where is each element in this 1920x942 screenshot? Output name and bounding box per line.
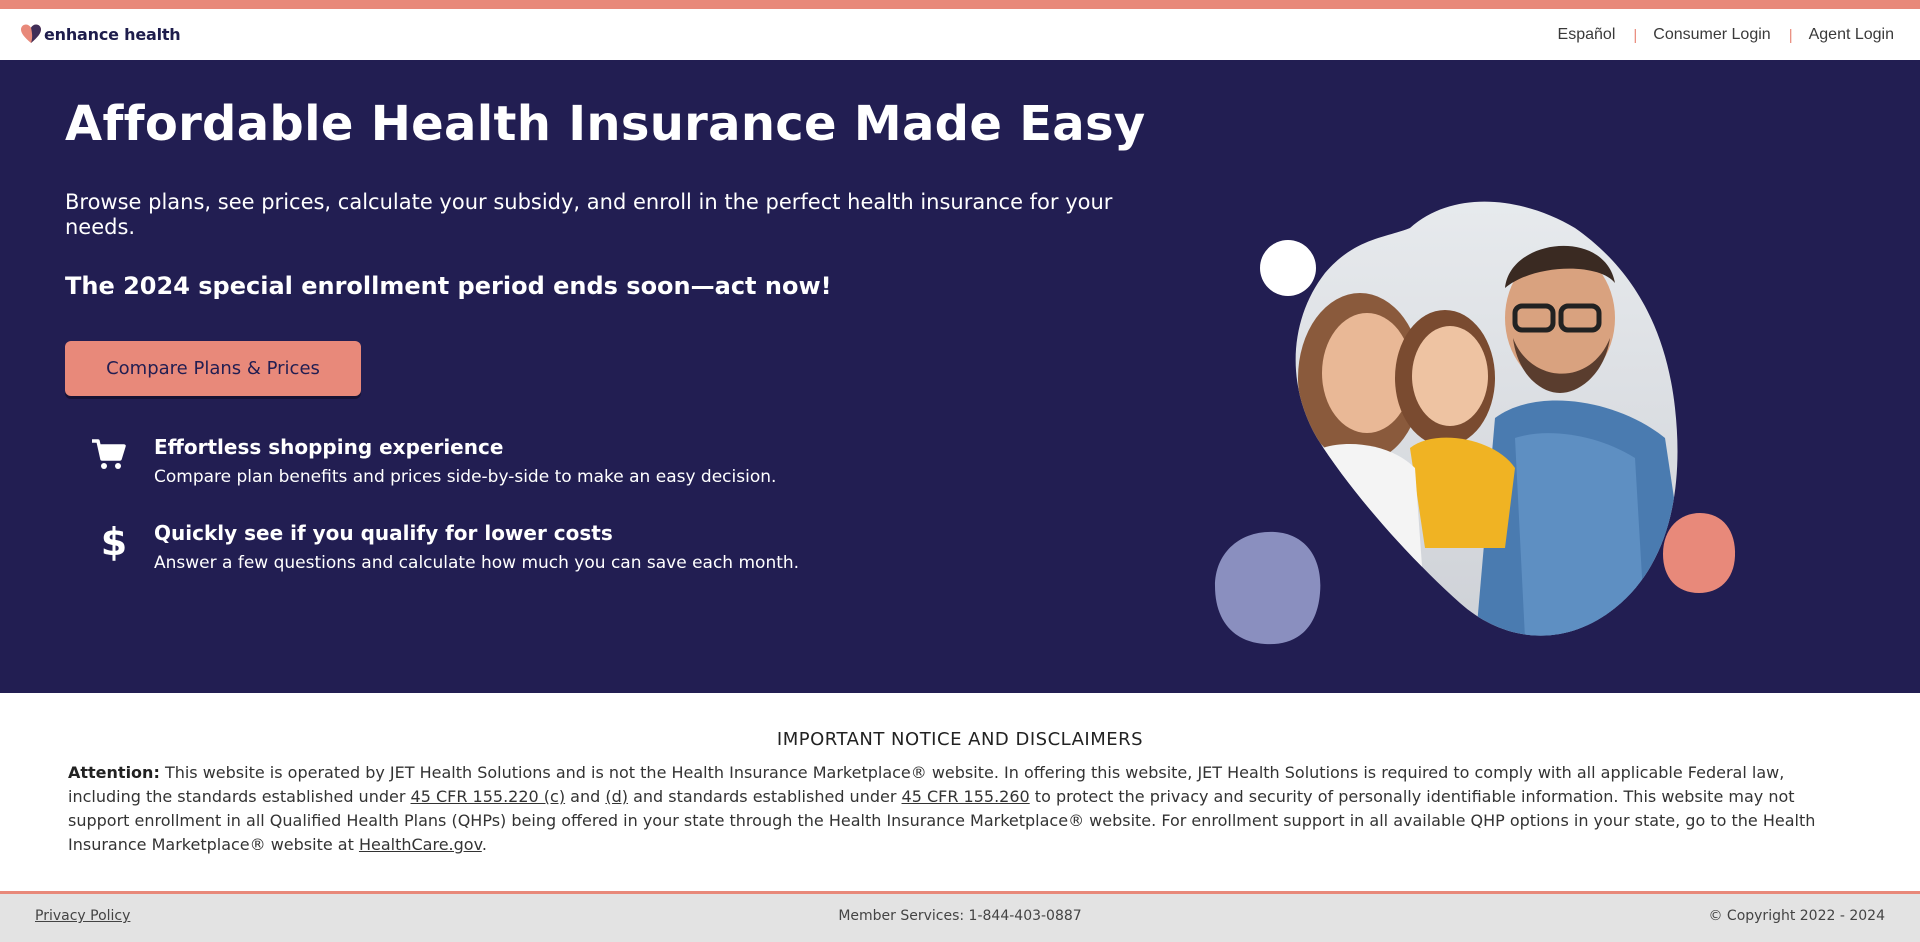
- cfr-155-220-c-link[interactable]: 45 CFR 155.220 (c): [411, 787, 566, 806]
- notice-body: Attention: This website is operated by J…: [68, 761, 1858, 857]
- compare-plans-button[interactable]: Compare Plans & Prices: [65, 341, 361, 396]
- family-photo: [1215, 201, 1736, 645]
- svg-text:$: $: [101, 521, 127, 561]
- espanol-link[interactable]: Español: [1558, 26, 1616, 44]
- nav-separator: |: [1633, 26, 1638, 44]
- notice-text: .: [481, 835, 487, 854]
- member-services-phone: Member Services: 1-844-403-0887: [838, 908, 1082, 924]
- nav-separator: |: [1788, 26, 1793, 44]
- logo-text: enhance health: [44, 24, 181, 44]
- top-accent-stripe: [0, 0, 1920, 9]
- copyright-text: © Copyright 2022 - 2024: [1708, 908, 1885, 924]
- feature-description: Compare plan benefits and prices side-by…: [154, 467, 777, 487]
- site-footer: Privacy Policy Member Services: 1-844-40…: [0, 891, 1920, 942]
- cfr-155-220-d-link[interactable]: (d): [605, 787, 628, 806]
- feature-description: Answer a few questions and calculate how…: [154, 553, 800, 573]
- site-header: enhance health Español | Consumer Login …: [0, 9, 1920, 60]
- enrollment-notice: The 2024 special enrollment period ends …: [65, 272, 832, 300]
- top-nav: Español | Consumer Login | Agent Login: [1558, 26, 1894, 44]
- hero-section: Affordable Health Insurance Made Easy Br…: [0, 60, 1920, 693]
- notice-heading: IMPORTANT NOTICE AND DISCLAIMERS: [776, 729, 1144, 750]
- hero-title: Affordable Health Insurance Made Easy: [65, 96, 1146, 152]
- notice-text: and standards established under: [633, 787, 897, 806]
- attention-label: Attention:: [68, 763, 160, 782]
- feature-title: Effortless shopping experience: [154, 435, 504, 459]
- cfr-155-260-link[interactable]: 45 CFR 155.260: [902, 787, 1030, 806]
- agent-login-link[interactable]: Agent Login: [1809, 26, 1894, 44]
- logo[interactable]: enhance health: [20, 23, 181, 45]
- feature-title: Quickly see if you qualify for lower cos…: [154, 521, 613, 545]
- consumer-login-link[interactable]: Consumer Login: [1653, 26, 1770, 44]
- healthcare-gov-link[interactable]: HealthCare.gov: [359, 835, 482, 854]
- hero-subtitle: Browse plans, see prices, calculate your…: [65, 190, 1113, 239]
- dollar-sign-icon: $: [101, 521, 127, 561]
- notice-section: IMPORTANT NOTICE AND DISCLAIMERS Attenti…: [0, 693, 1920, 893]
- heart-logo-icon: [21, 24, 41, 43]
- shopping-cart-icon: [92, 439, 126, 469]
- decor-blob-white: [1260, 240, 1316, 296]
- notice-text: and: [570, 787, 601, 806]
